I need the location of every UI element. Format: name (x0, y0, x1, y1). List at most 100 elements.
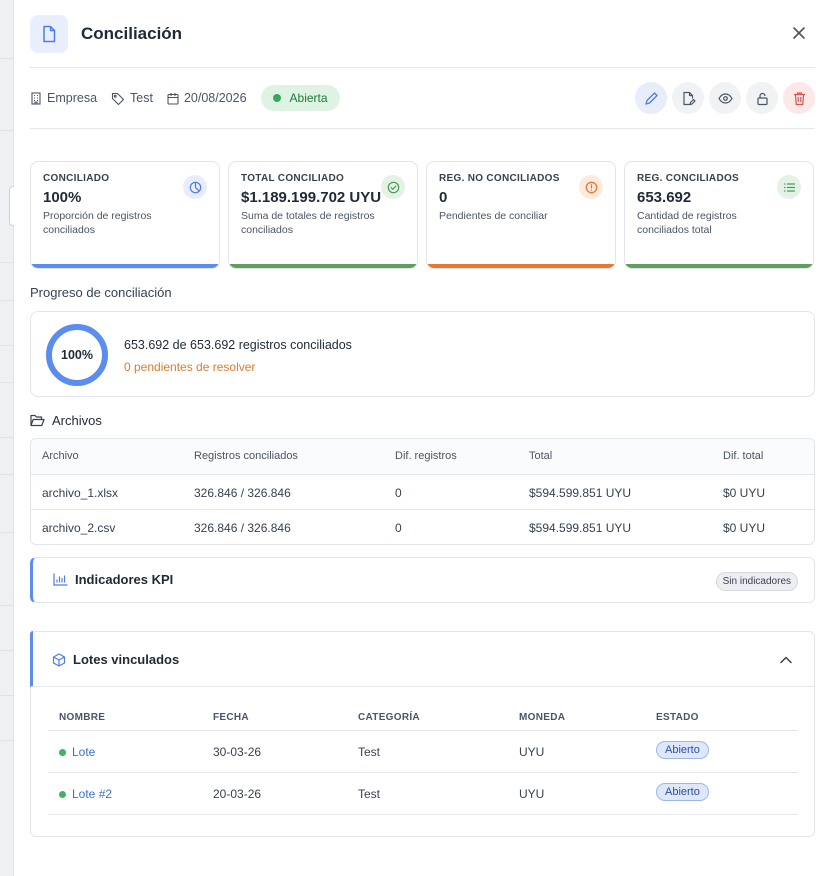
background-divider (0, 300, 14, 301)
file-total: $594.599.851 UYU (529, 486, 632, 500)
lotes-section: Lotes vinculados NOMBRE FECHA CATEGORÍA … (30, 631, 815, 837)
card-description: Pendientes de conciliar (439, 210, 548, 222)
card-accent-bar (427, 264, 615, 268)
reconciliation-panel: Conciliación Empresa Test 20/08/2026 Abi… (14, 0, 825, 876)
card-value: 653.692 (637, 189, 692, 206)
close-icon[interactable] (788, 22, 810, 44)
lote-status-dot (59, 790, 66, 798)
chevron-up-icon[interactable] (778, 652, 794, 668)
summary-cards: CONCILIADO 100% Proporción de registros … (30, 161, 814, 269)
background-divider (0, 345, 14, 346)
lotes-title-label: Lotes vinculados (73, 652, 180, 667)
column-header: MONEDA (519, 712, 566, 723)
company-meta: Empresa (30, 91, 97, 105)
lote-date: 20-03-26 (213, 787, 262, 801)
bar-chart-icon (53, 573, 68, 586)
background-divider (0, 740, 14, 741)
background-divider (0, 262, 14, 263)
tag-label: Test (130, 91, 153, 105)
file-diff-records: 0 (395, 486, 402, 500)
company-label: Empresa (47, 91, 98, 105)
card-description: Suma de totales de registros conciliados (241, 210, 375, 236)
card-description: Proporción de registros conciliados (43, 210, 152, 236)
lote-currency: UYU (519, 745, 545, 759)
lote-name: Lote (72, 745, 96, 759)
card-value: 100% (43, 189, 82, 206)
progress-pending-text: 0 pendientes de resolver (124, 360, 256, 374)
file-records: 326.846 / 326.846 (194, 486, 291, 500)
background-divider (0, 474, 14, 475)
file-diff-records: 0 (395, 521, 402, 535)
file-records: 326.846 / 326.846 (194, 521, 291, 535)
column-header: ESTADO (656, 712, 699, 723)
view-button[interactable] (709, 82, 741, 114)
status-badge: Abierto (656, 741, 709, 759)
action-buttons (630, 82, 815, 114)
edit-button[interactable] (635, 82, 667, 114)
lock-button[interactable] (746, 82, 778, 114)
list-icon (777, 175, 801, 199)
card-accent-bar (229, 264, 417, 268)
column-header: Dif. registros (395, 450, 457, 462)
kpi-section[interactable]: Indicadores KPI Sin indicadores (30, 557, 815, 603)
header-divider (30, 67, 815, 68)
trash-icon (793, 91, 805, 105)
panel-header: Conciliación (30, 14, 813, 54)
table-row[interactable]: archivo_1.xlsx 326.846 / 326.846 0 $594.… (31, 474, 814, 509)
column-header: Registros conciliados (194, 450, 298, 462)
column-header: Dif. total (723, 450, 764, 462)
date-meta: 20/08/2026 (167, 91, 247, 105)
lote-currency: UYU (519, 787, 545, 801)
column-header: CATEGORÍA (358, 712, 420, 723)
table-row[interactable]: archivo_2.csv 326.846 / 326.846 0 $594.5… (31, 509, 814, 544)
card-accent-bar (625, 264, 813, 268)
lote-name: Lote #2 (72, 787, 113, 801)
table-row: Lote 30-03-26 Test UYU Abierto (48, 731, 798, 773)
background-page (0, 0, 15, 876)
delete-button[interactable] (783, 82, 815, 114)
status-badge: Abierto (656, 783, 709, 801)
lote-date: 30-03-26 (213, 745, 262, 759)
check-circle-icon (381, 175, 405, 199)
pie-chart-icon (183, 175, 207, 199)
progress-box: 100% 653.692 de 653.692 registros concil… (30, 311, 815, 397)
files-table: Archivo Registros conciliados Dif. regis… (30, 438, 815, 545)
lotes-accent-stripe (30, 631, 33, 687)
lotes-title: Lotes vinculados (52, 652, 179, 667)
status-badge: Abierta (260, 85, 340, 111)
pencil-icon (644, 91, 658, 105)
table-header-row: Archivo Registros conciliados Dif. regis… (31, 439, 814, 474)
card-total-conciliado: TOTAL CONCILIADO $1.189.199.702 UYU Suma… (228, 161, 418, 269)
lote-category: Test (358, 745, 381, 759)
file-diff-total: $0 UYU (723, 486, 766, 500)
table-row: Lote #2 20-03-26 Test UYU Abierto (48, 773, 798, 815)
building-icon (31, 91, 41, 105)
edit-document-button[interactable] (672, 82, 704, 114)
kpi-title-label: Indicadores KPI (75, 572, 174, 587)
file-name: archivo_1.xlsx (42, 486, 119, 500)
progress-section-title: Progreso de conciliación (30, 285, 172, 300)
files-section-title: Archivos (30, 413, 102, 428)
card-label: REG. CONCILIADOS (637, 173, 740, 184)
file-name: archivo_2.csv (42, 521, 116, 535)
document-icon (30, 15, 68, 53)
card-reg-conciliados: REG. CONCILIADOS 653.692 Cantidad de reg… (624, 161, 814, 269)
lote-category: Test (358, 787, 381, 801)
page-title: Conciliación (81, 24, 183, 43)
date-label: 20/08/2026 (183, 91, 247, 105)
card-description: Cantidad de registros conciliados total (637, 210, 737, 236)
card-label: TOTAL CONCILIADO (241, 173, 345, 184)
lote-link[interactable]: Lote (59, 745, 95, 759)
meta-divider (30, 128, 815, 129)
lote-link[interactable]: Lote #2 (59, 787, 112, 801)
status-dot (272, 94, 281, 102)
background-divider (0, 605, 14, 606)
card-value: $1.189.199.702 UYU (241, 189, 382, 206)
status-label: Abierta (289, 91, 328, 105)
card-no-conciliados: REG. NO CONCILIADOS 0 Pendientes de conc… (426, 161, 616, 269)
eye-icon (717, 92, 733, 104)
calendar-icon (167, 92, 179, 105)
package-icon (52, 652, 66, 667)
background-divider (0, 532, 14, 533)
column-header: Total (529, 450, 553, 462)
